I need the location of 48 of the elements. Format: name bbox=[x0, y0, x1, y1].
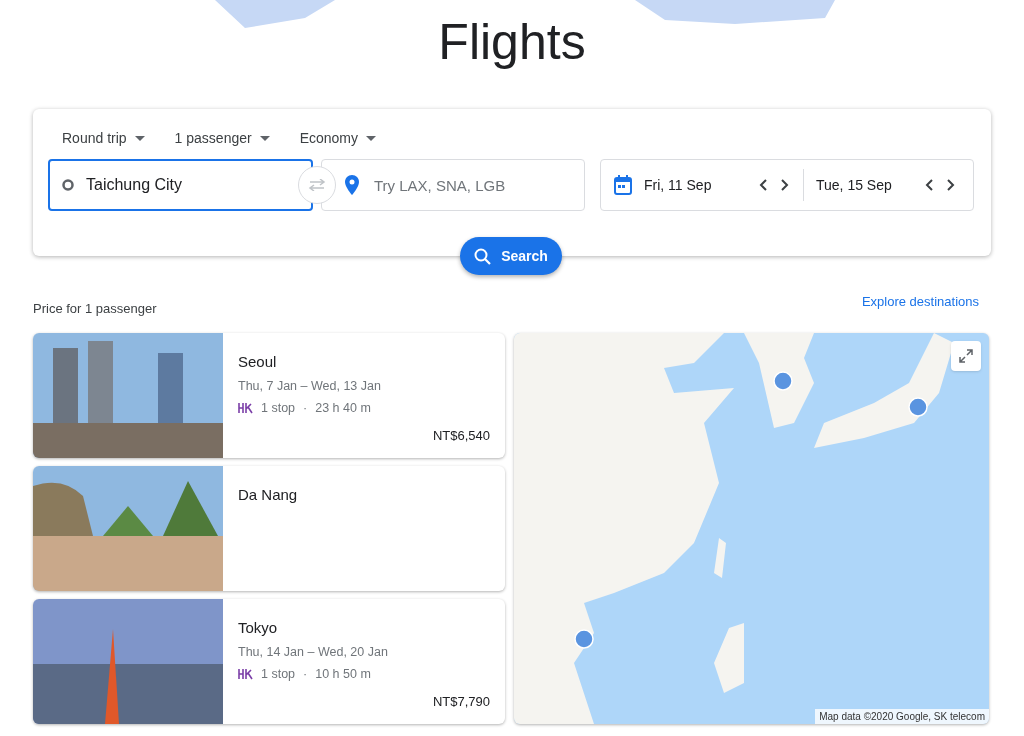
price: NT$6,540 bbox=[432, 427, 490, 445]
destination-card[interactable]: Seoul Thu, 7 Jan – Wed, 13 Jan 1 stop · 23 h 40 m NT$6,540 bbox=[33, 332, 505, 458]
map-marker-icon bbox=[773, 370, 793, 391]
page-title: Flights bbox=[438, 13, 586, 72]
airline-logo-icon bbox=[238, 402, 253, 415]
separator-dot: · bbox=[303, 665, 308, 683]
circle-icon bbox=[62, 179, 74, 191]
city-name: Da Nang bbox=[238, 484, 299, 505]
flight-duration: 23 h 40 m bbox=[315, 399, 371, 417]
explore-destinations-link[interactable]: Explore destinations bbox=[861, 292, 979, 312]
price-note: Price for 1 passenger bbox=[33, 300, 157, 318]
return-date: Tue, 15 Sep bbox=[816, 175, 892, 195]
flight-duration: 10 h 50 m bbox=[315, 665, 371, 683]
dropdown-caret-icon bbox=[259, 135, 270, 141]
trip-dates: Thu, 14 Jan – Wed, 20 Jan bbox=[238, 644, 389, 661]
stops-count: 1 stop bbox=[261, 399, 296, 417]
trip-option-dropdown[interactable]: Economy bbox=[299, 127, 376, 149]
chevron-right-icon[interactable] bbox=[947, 179, 955, 191]
separator-dot: · bbox=[303, 399, 308, 417]
destination-card[interactable]: Da Nang bbox=[33, 465, 505, 591]
origin-field[interactable]: Taichung City bbox=[48, 159, 313, 211]
map-marker-icon bbox=[574, 628, 594, 649]
destination-card[interactable]: Tokyo Thu, 14 Jan – Wed, 20 Jan 1 stop · 10 h 50 m NT$7,790 bbox=[33, 598, 505, 724]
expand-icon bbox=[959, 348, 973, 363]
swap-arrows-icon bbox=[308, 179, 326, 191]
calendar-icon bbox=[614, 175, 632, 195]
airline-logo-icon bbox=[238, 668, 253, 681]
stops-count: 1 stop bbox=[261, 665, 296, 683]
trip-option-dropdown[interactable]: Round trip bbox=[62, 127, 145, 149]
search-icon bbox=[474, 247, 492, 265]
expand-button[interactable] bbox=[951, 340, 981, 371]
city-name: Seoul bbox=[238, 351, 278, 372]
map-attribution: Map data ©2020 Google, SK telecom bbox=[815, 708, 989, 724]
map-marker-icon bbox=[908, 396, 928, 417]
location-pin-icon bbox=[345, 175, 359, 195]
dropdown-caret-icon bbox=[134, 135, 145, 141]
chevron-right-icon[interactable] bbox=[781, 179, 789, 191]
price: NT$7,790 bbox=[432, 693, 490, 711]
date-field[interactable]: Fri, 11 Sep Tue, 15 Sep bbox=[600, 159, 974, 211]
depart-date: Fri, 11 Sep bbox=[644, 175, 712, 195]
dropdown-caret-icon bbox=[366, 135, 376, 141]
trip-option-dropdown[interactable]: 1 passenger bbox=[174, 127, 270, 149]
trip-dates: Thu, 7 Jan – Wed, 13 Jan bbox=[238, 378, 382, 395]
chevron-left-icon[interactable] bbox=[759, 179, 767, 191]
destination-field[interactable]: Try LAX, SNA, LGB bbox=[321, 159, 585, 211]
city-name: Tokyo bbox=[238, 617, 279, 638]
chevron-left-icon[interactable] bbox=[925, 179, 933, 191]
search-button[interactable]: Search bbox=[460, 237, 562, 275]
